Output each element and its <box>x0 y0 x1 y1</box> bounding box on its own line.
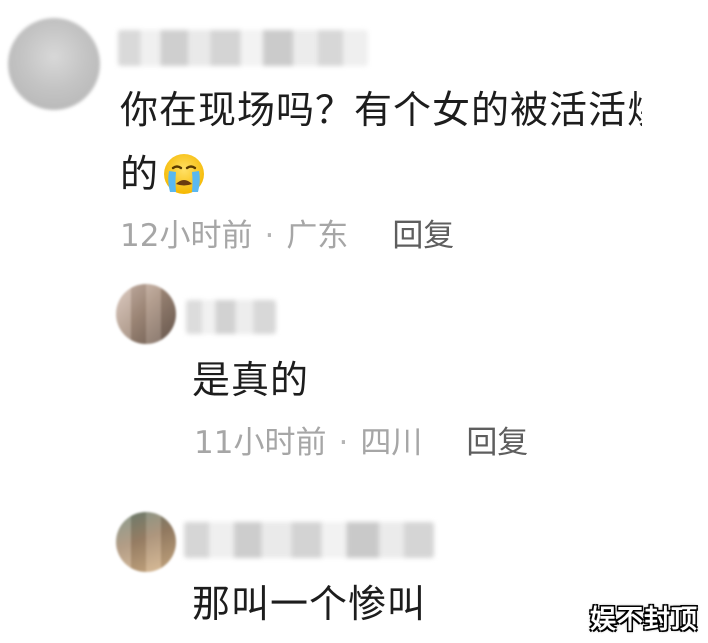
meta-separator: · <box>338 425 349 461</box>
crying-face-icon <box>164 154 205 194</box>
reply-button[interactable]: 回复 <box>392 216 454 256</box>
comment-meta: 12小时前 · 广东 回复 <box>120 216 454 256</box>
watermark: 娱不封顶 <box>589 605 698 635</box>
avatar[interactable] <box>8 18 100 110</box>
comment-time: 12小时前 <box>120 218 253 254</box>
meta-separator: · <box>264 218 275 254</box>
comment-location: 广东 <box>286 218 349 254</box>
comment-meta: 11小时前 · 四川 回复 <box>194 423 528 463</box>
username-blurred[interactable] <box>184 522 434 558</box>
comment-text-tail: 的 <box>120 152 160 196</box>
avatar[interactable] <box>116 512 176 572</box>
comment-time: 11小时前 <box>194 425 327 461</box>
comment-location: 四川 <box>360 425 423 461</box>
reply-text: 是真的 <box>192 358 310 402</box>
comment-text: 你在现场吗？有个女的被活活烧 <box>120 88 642 132</box>
reply-button[interactable]: 回复 <box>466 423 528 463</box>
username-blurred[interactable] <box>186 300 276 334</box>
comment-text-continued: 的 <box>120 146 207 202</box>
reply-text: 那叫一个惨叫 <box>192 582 427 626</box>
username-blurred[interactable] <box>118 30 368 66</box>
avatar[interactable] <box>116 284 176 344</box>
